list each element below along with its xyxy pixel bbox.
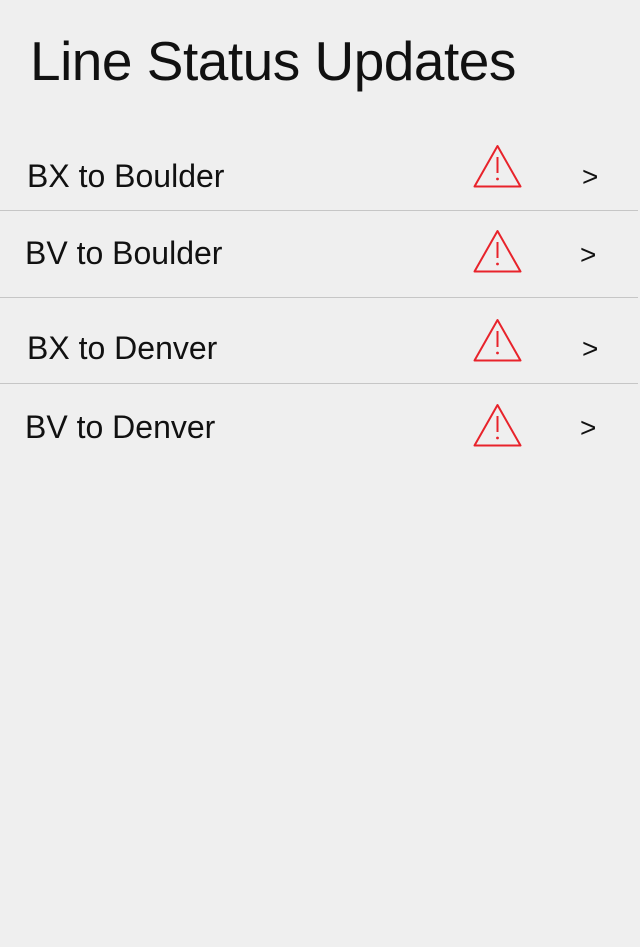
line-row-bv-to-denver[interactable]: BV to Denver > [0,384,640,464]
line-row-bv-to-boulder[interactable]: BV to Boulder > [0,211,640,297]
chevron-right-icon: > [580,239,597,270]
line-status-list: BX to Boulder > BV to Boulder > BX to De… [0,0,640,947]
warning-icon [472,228,523,274]
warning-icon [472,143,523,189]
line-label: BX to Denver [27,330,218,366]
line-label: BV to Denver [25,409,216,445]
warning-icon [472,317,523,363]
chevron-right-icon: > [582,333,599,364]
chevron-right-icon: > [580,412,597,443]
chevron-right-icon: > [582,161,599,192]
line-label: BV to Boulder [25,235,223,271]
line-row-bx-to-boulder[interactable]: BX to Boulder > [0,140,640,210]
warning-icon [472,402,523,448]
line-label: BX to Boulder [27,158,225,194]
line-row-bx-to-denver[interactable]: BX to Denver > [0,298,640,383]
